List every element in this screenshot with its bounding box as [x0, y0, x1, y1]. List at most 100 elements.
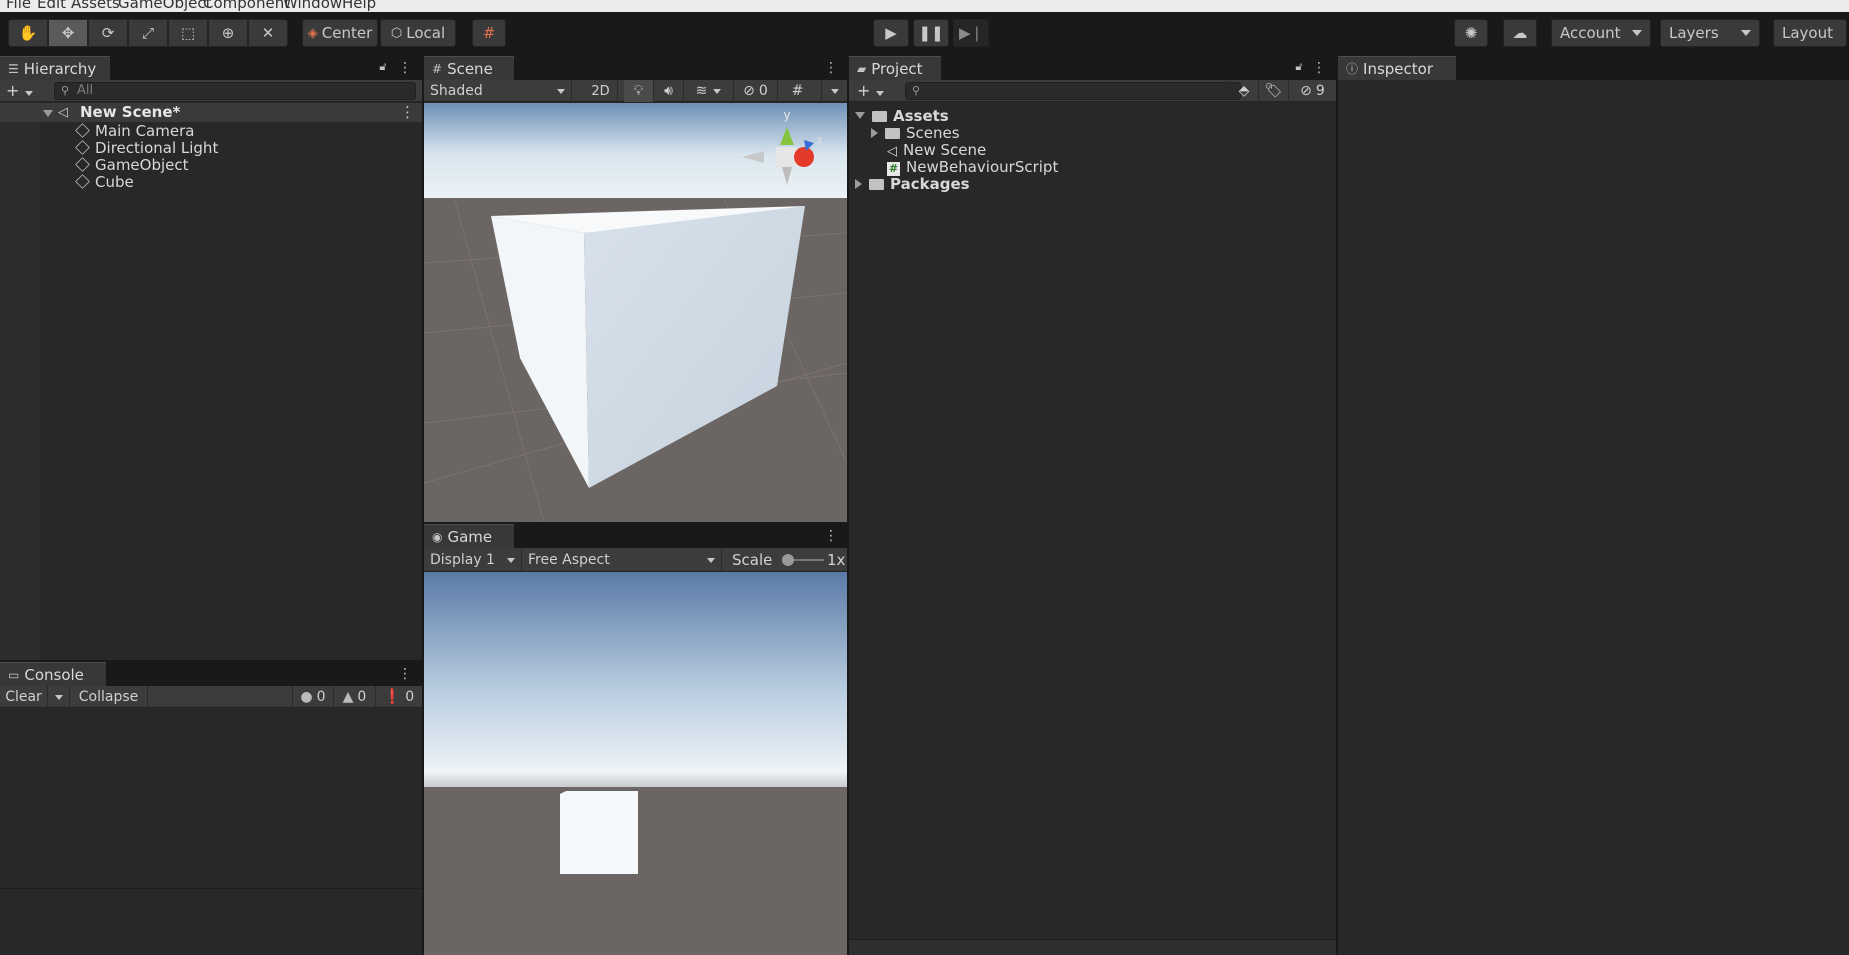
- lock-icon[interactable]: 🔓︎: [1292, 60, 1306, 74]
- shading-mode-dropdown[interactable]: Shaded: [424, 80, 572, 102]
- item-label: Main Camera: [95, 122, 195, 140]
- menu-gameobject[interactable]: GameObject: [118, 0, 212, 12]
- menu-window[interactable]: Window: [283, 0, 342, 12]
- chevron-down-icon: [507, 557, 515, 563]
- layers-dropdown[interactable]: Layers: [1660, 19, 1760, 47]
- hidden-objects-toggle[interactable]: ⊘ 0: [734, 80, 778, 102]
- lighting-toggle[interactable]: 💡︎: [624, 80, 654, 102]
- more-options-icon[interactable]: ⋮: [824, 59, 838, 77]
- tab-console[interactable]: ▭ Console: [0, 662, 106, 686]
- more-options-icon[interactable]: ⋮: [824, 527, 838, 545]
- tab-game[interactable]: ◉ Game: [424, 524, 514, 548]
- project-search-input[interactable]: ⚲: [905, 82, 1241, 100]
- tree-item-new-scene[interactable]: ◁ New Scene: [887, 142, 986, 160]
- collapse-button[interactable]: Collapse: [70, 686, 148, 708]
- hierarchy-item-gameobject[interactable]: GameObject: [75, 157, 189, 174]
- search-by-type-button[interactable]: ⬘: [1229, 80, 1259, 102]
- clear-options-dropdown[interactable]: [48, 686, 70, 708]
- custom-tool-icon[interactable]: ✕: [248, 19, 288, 47]
- menu-component[interactable]: Component: [203, 0, 290, 12]
- scene-options-icon[interactable]: ⋮: [400, 103, 415, 122]
- tree-item-newbehaviourscript[interactable]: # NewBehaviourScript: [887, 159, 1058, 176]
- expand-arrow-icon[interactable]: [855, 179, 862, 189]
- layout-dropdown[interactable]: Layout: [1773, 19, 1847, 47]
- gameobject-icon: [75, 174, 90, 189]
- console-icon: ▭: [8, 667, 20, 682]
- warning-filter-toggle[interactable]: ▲ 0: [334, 686, 376, 708]
- tab-inspector[interactable]: ⓘ Inspector: [1338, 56, 1456, 80]
- 2d-toggle[interactable]: 2D: [584, 80, 618, 102]
- move-tool-icon[interactable]: ✥: [48, 19, 88, 47]
- search-by-label-button[interactable]: 🏷︎: [1259, 80, 1289, 102]
- gizmos-dropdown[interactable]: [822, 80, 847, 102]
- hierarchy-item-main-camera[interactable]: Main Camera: [75, 122, 195, 140]
- error-filter-toggle[interactable]: ● 0: [292, 686, 334, 708]
- expand-arrow-icon[interactable]: [871, 128, 878, 138]
- info-icon: ❗: [383, 689, 402, 705]
- account-dropdown[interactable]: Account: [1551, 19, 1651, 47]
- scene-row[interactable]: ◁ New Scene* ⋮: [0, 103, 422, 122]
- pivot-center-button[interactable]: ◈ Center: [302, 19, 378, 47]
- tab-scene[interactable]: # Scene: [424, 56, 514, 80]
- expand-arrow-icon[interactable]: [855, 112, 865, 119]
- hierarchy-tabstrip: ☰ Hierarchy 🔓︎ ⋮: [0, 56, 422, 80]
- game-viewport[interactable]: [424, 572, 847, 955]
- more-options-icon[interactable]: ⋮: [398, 59, 412, 77]
- game-title: Game: [447, 527, 493, 546]
- menu-help[interactable]: Help: [342, 0, 376, 12]
- menu-edit[interactable]: Edit: [37, 0, 66, 12]
- pause-button[interactable]: ❚❚: [913, 19, 949, 47]
- hidden-packages-toggle[interactable]: ⊘ 9: [1289, 80, 1336, 102]
- tab-project[interactable]: ▰ Project: [849, 56, 941, 80]
- hierarchy-item-cube[interactable]: Cube: [75, 174, 134, 191]
- grid-visibility-dropdown[interactable]: #: [778, 80, 822, 102]
- tree-item-packages[interactable]: Packages: [855, 176, 970, 193]
- step-icon: ▶❘: [958, 24, 984, 42]
- more-options-icon[interactable]: ⋮: [1312, 59, 1326, 77]
- grid-snap-button[interactable]: #: [472, 19, 506, 47]
- aspect-label: Free Aspect: [528, 552, 610, 568]
- scene-viewport[interactable]: y z: [424, 103, 847, 522]
- menu-file[interactable]: File: [6, 0, 31, 12]
- services-button[interactable]: ✺: [1454, 19, 1488, 47]
- menu-assets[interactable]: Assets: [71, 0, 120, 12]
- clear-button[interactable]: Clear: [0, 686, 48, 708]
- pivot-icon: ◈: [307, 25, 318, 41]
- scene-tabstrip: # Scene ⋮: [424, 56, 847, 80]
- rect-tool-icon[interactable]: ⬚: [168, 19, 208, 47]
- hierarchy-search-input[interactable]: ⚲ All: [54, 82, 416, 100]
- pause-icon: ❚❚: [918, 24, 944, 42]
- play-button[interactable]: ▶: [873, 19, 909, 47]
- lock-icon[interactable]: 🔓︎: [376, 60, 390, 74]
- more-options-icon[interactable]: ⋮: [398, 665, 412, 683]
- scale-label: Scale: [732, 551, 773, 569]
- audio-toggle[interactable]: 🔊︎: [654, 80, 684, 102]
- aspect-dropdown[interactable]: Free Aspect: [522, 548, 722, 572]
- tree-item-scenes[interactable]: Scenes: [871, 125, 960, 142]
- scale-slider-thumb[interactable]: [782, 554, 794, 566]
- create-add-button[interactable]: +: [6, 80, 33, 102]
- chevron-down-icon: [707, 557, 715, 563]
- tree-item-assets[interactable]: Assets: [855, 108, 949, 125]
- hierarchy-item-directional-light[interactable]: Directional Light: [75, 140, 218, 157]
- hand-tool-icon[interactable]: ✋: [8, 19, 48, 47]
- tab-hierarchy[interactable]: ☰ Hierarchy: [0, 56, 110, 80]
- transform-tool-icon[interactable]: ⊕: [208, 19, 248, 47]
- collapse-label: Collapse: [78, 689, 139, 705]
- chevron-down-icon: [1741, 30, 1751, 36]
- effects-dropdown[interactable]: ≋: [684, 80, 734, 102]
- cloud-button[interactable]: ☁: [1503, 19, 1537, 47]
- chevron-down-icon: [54, 694, 63, 700]
- scene-orientation-gizmo[interactable]: y z: [742, 105, 842, 205]
- create-add-button[interactable]: +: [857, 80, 884, 102]
- expand-arrow-icon[interactable]: [43, 110, 53, 117]
- info-filter-toggle[interactable]: ❗ 0: [376, 686, 422, 708]
- rotate-tool-icon[interactable]: ⟳: [88, 19, 128, 47]
- scale-tool-icon[interactable]: ⤢: [128, 19, 168, 47]
- project-footer: [849, 939, 1336, 955]
- step-button[interactable]: ▶❘: [953, 19, 989, 47]
- pivot-local-button[interactable]: ⬡ Local: [380, 19, 456, 47]
- scene-toolbar: Shaded 2D 💡︎ 🔊︎ ≋ ⊘ 0 #: [424, 80, 847, 102]
- display-dropdown[interactable]: Display 1: [424, 548, 522, 572]
- warning-count: 0: [357, 689, 367, 705]
